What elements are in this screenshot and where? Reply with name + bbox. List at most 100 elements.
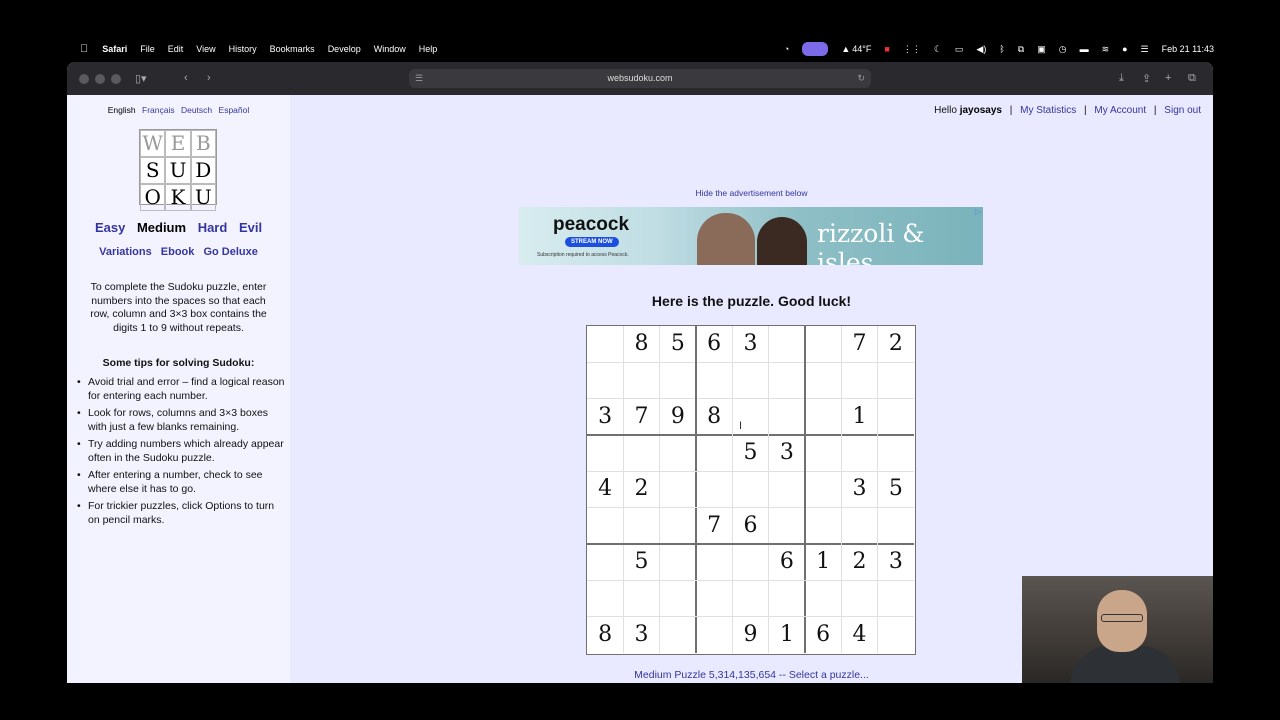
advertisement-banner[interactable]: peacock STREAM NOW Subscription required… — [519, 207, 983, 265]
sudoku-cell[interactable] — [660, 471, 696, 507]
card-icon[interactable]: ▭ — [955, 44, 964, 55]
sudoku-cell[interactable] — [696, 471, 732, 507]
level-easy[interactable]: Easy — [95, 220, 125, 235]
volume-icon[interactable]: ◀) — [976, 44, 986, 55]
sudoku-cell[interactable] — [623, 508, 659, 544]
sudoku-cell[interactable] — [878, 435, 914, 471]
sudoku-cell[interactable]: 6 — [732, 508, 768, 544]
lang-espanol[interactable]: Español — [219, 105, 250, 115]
sudoku-cell[interactable] — [805, 508, 841, 544]
sudoku-cell[interactable] — [587, 580, 623, 616]
moon-icon[interactable]: ☾ — [934, 44, 942, 55]
sudoku-cell[interactable] — [769, 508, 805, 544]
sudoku-cell[interactable]: 9 — [660, 399, 696, 435]
websudoku-logo[interactable]: W E B S U D O K U — [139, 129, 217, 211]
siri-icon[interactable]: ● — [1122, 44, 1127, 54]
my-statistics-link[interactable]: My Statistics — [1020, 105, 1076, 116]
adchoices-icon[interactable]: ▷ — [975, 207, 981, 216]
sudoku-cell[interactable]: 5 — [660, 326, 696, 362]
sudoku-cell[interactable]: 3 — [623, 617, 659, 653]
sudoku-cell[interactable] — [623, 435, 659, 471]
menu-app-name[interactable]: Safari — [102, 44, 127, 54]
sudoku-cell[interactable] — [769, 399, 805, 435]
sudoku-cell[interactable] — [696, 435, 732, 471]
sudoku-cell[interactable] — [732, 580, 768, 616]
page-menu-icon[interactable]: ☰ — [415, 69, 423, 88]
sudoku-cell[interactable]: 1 — [841, 399, 877, 435]
control-center-icon[interactable]: ☰ — [1141, 44, 1149, 55]
my-account-link[interactable]: My Account — [1094, 105, 1146, 116]
sudoku-cell[interactable] — [878, 580, 914, 616]
sudoku-cell[interactable] — [732, 399, 768, 435]
sudoku-cell[interactable]: 1 — [769, 617, 805, 653]
sudoku-cell[interactable] — [696, 617, 732, 653]
sudoku-cell[interactable] — [660, 580, 696, 616]
sudoku-cell[interactable] — [769, 580, 805, 616]
sudoku-cell[interactable] — [660, 435, 696, 471]
sudoku-cell[interactable]: 3 — [878, 544, 914, 580]
sudoku-cell[interactable] — [878, 362, 914, 398]
sign-out-link[interactable]: Sign out — [1164, 105, 1201, 116]
sudoku-cell[interactable]: 8 — [623, 326, 659, 362]
lang-francais[interactable]: Français — [142, 105, 175, 115]
back-icon[interactable]: ‹ — [184, 72, 188, 84]
level-medium[interactable]: Medium — [137, 220, 186, 235]
sudoku-cell[interactable] — [623, 362, 659, 398]
clock-datetime[interactable]: Feb 21 11:43 — [1162, 44, 1214, 54]
sudoku-cell[interactable]: 6 — [696, 326, 732, 362]
lang-deutsch[interactable]: Deutsch — [181, 105, 212, 115]
sudoku-cell[interactable] — [696, 544, 732, 580]
menu-window[interactable]: Window — [374, 44, 406, 54]
menu-history[interactable]: History — [229, 44, 257, 54]
sudoku-cell[interactable] — [841, 508, 877, 544]
sudoku-cell[interactable]: 5 — [732, 435, 768, 471]
sudoku-cell[interactable] — [623, 580, 659, 616]
sudoku-cell[interactable] — [769, 471, 805, 507]
grid-icon[interactable]: ⋮⋮ — [903, 44, 921, 55]
sudoku-cell[interactable] — [660, 508, 696, 544]
clock-icon[interactable]: ◷ — [1059, 44, 1067, 55]
sudoku-cell[interactable]: 3 — [587, 399, 623, 435]
sudoku-cell[interactable] — [732, 544, 768, 580]
sudoku-cell[interactable] — [878, 508, 914, 544]
sudoku-cell[interactable]: 5 — [623, 544, 659, 580]
hide-ad-link[interactable]: Hide the advertisement below — [696, 188, 808, 198]
sudoku-cell[interactable] — [805, 362, 841, 398]
sudoku-cell[interactable]: 6 — [805, 617, 841, 653]
menu-edit[interactable]: Edit — [168, 44, 184, 54]
sudoku-cell[interactable]: 3 — [841, 471, 877, 507]
sudoku-cell[interactable]: 3 — [732, 326, 768, 362]
reload-icon[interactable]: ↻ — [857, 69, 865, 88]
bluetooth-icon[interactable]: ᛒ — [999, 44, 1004, 54]
sudoku-cell[interactable] — [587, 326, 623, 362]
go-deluxe-link[interactable]: Go Deluxe — [203, 246, 257, 258]
zoom-window-button[interactable] — [111, 74, 121, 84]
sudoku-cell[interactable] — [805, 580, 841, 616]
tab-overview-icon[interactable]: ⧉ — [1188, 72, 1196, 85]
sudoku-cell[interactable] — [660, 362, 696, 398]
battery-icon[interactable]: ▬ — [1080, 44, 1089, 54]
sudoku-cell[interactable]: 9 — [732, 617, 768, 653]
new-tab-icon[interactable]: + — [1165, 72, 1171, 84]
window-icon[interactable]: ⧉ — [1018, 44, 1024, 55]
sudoku-cell[interactable] — [841, 580, 877, 616]
address-bar[interactable]: ☰ websudoku.com ↻ — [409, 69, 871, 88]
record-icon[interactable]: ■ — [884, 44, 889, 54]
sudoku-cell[interactable] — [841, 362, 877, 398]
sudoku-cell[interactable] — [696, 362, 732, 398]
ad-cta-button[interactable]: STREAM NOW — [565, 237, 619, 247]
sudoku-cell[interactable]: 6 — [769, 544, 805, 580]
sudoku-cell[interactable]: 7 — [623, 399, 659, 435]
sudoku-cell[interactable] — [732, 471, 768, 507]
menu-bookmarks[interactable]: Bookmarks — [270, 44, 315, 54]
sudoku-cell[interactable] — [841, 435, 877, 471]
sudoku-cell[interactable] — [696, 580, 732, 616]
sudoku-cell[interactable] — [769, 326, 805, 362]
sudoku-cell[interactable]: 7 — [841, 326, 877, 362]
level-evil[interactable]: Evil — [239, 220, 262, 235]
sudoku-cell[interactable]: 4 — [841, 617, 877, 653]
sudoku-cell[interactable]: 2 — [841, 544, 877, 580]
sudoku-cell[interactable] — [587, 435, 623, 471]
sudoku-cell[interactable]: 2 — [623, 471, 659, 507]
sudoku-cell[interactable] — [769, 362, 805, 398]
